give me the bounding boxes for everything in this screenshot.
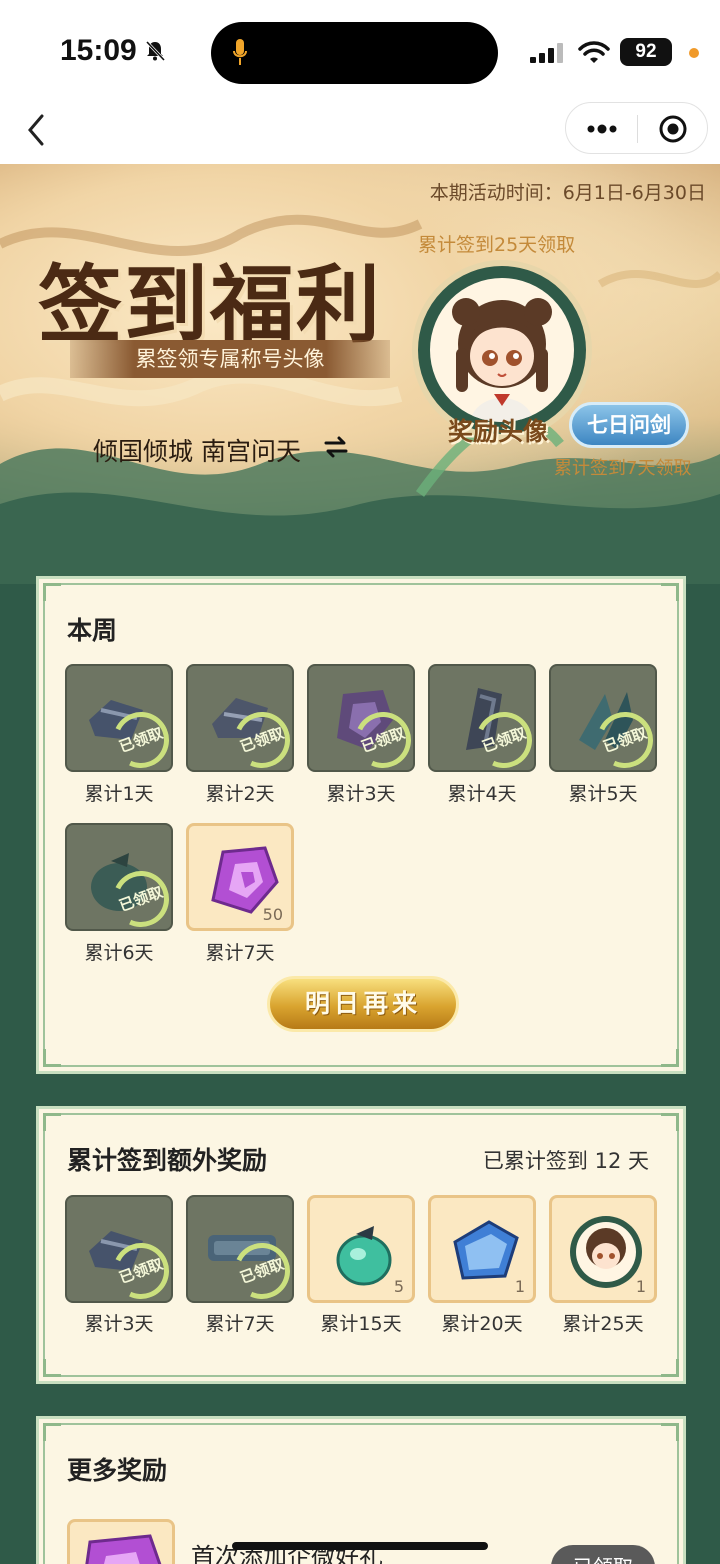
reward-tile-day3[interactable]: 已领取 [307,664,419,776]
back-chevron-icon[interactable] [22,110,52,150]
tile-label: 累计7天 [205,942,275,964]
title-badge[interactable]: 七日问剑 [569,402,689,448]
user-title-text: 倾国倾城 南宫问天 [93,437,301,466]
card-corner-ornament [661,1359,679,1377]
cumulative-tile-3[interactable]: 已领取 [65,1195,177,1307]
green-pouch-icon [336,1226,392,1286]
more-dots-icon[interactable] [584,117,620,141]
bell-slash-icon [145,40,166,62]
tile-label: 累计1天 [84,783,154,805]
swap-arrows-icon[interactable] [323,434,349,460]
card-corner-ornament [43,1359,61,1377]
item-quantity: 1 [635,1277,646,1296]
cumulative-tile-25[interactable]: 1 [549,1195,657,1303]
tile-label: 累计7天 [205,1313,275,1335]
badge-requirement-note: 累计签到7天领取 [554,458,692,479]
dynamic-island [211,22,498,84]
target-icon[interactable] [658,114,688,144]
this-week-title: 本周 [67,616,118,645]
come-back-tomorrow-button[interactable]: 明日再来 [267,976,459,1032]
cumulative-tile-20[interactable]: 1 [428,1195,536,1303]
reward-tile-day2[interactable]: 已领取 [186,664,298,776]
tile-label: 累计15天 [320,1313,402,1335]
item-quantity: 50 [262,905,283,924]
item-quantity: 1 [514,1277,525,1296]
tile-label: 累计3天 [84,1313,154,1335]
cumulative-title: 累计签到额外奖励 [67,1146,268,1175]
signin-banner: 本期活动时间：6月1日-6月30日 签到福利 累签领专属称号头像 倾国倾城 南宫… [0,164,720,584]
battery-icon: 92 [620,38,672,66]
reward-tile-day5[interactable]: 已领取 [549,664,661,776]
avatar-label: 奖励头像 [448,417,549,446]
subtitle-ribbon: 累签领专属称号头像 [70,340,390,378]
activity-period: 本期活动时间：6月1日-6月30日 [429,182,706,204]
status-time: 15:09 [60,34,137,67]
card-corner-ornament [661,1423,679,1441]
more-rewards-title: 更多奖励 [67,1456,168,1485]
wifi-icon [578,41,610,63]
card-corner-ornament [661,1049,679,1067]
cellular-signal-icon [530,43,563,63]
card-corner-ornament [43,1423,61,1441]
tile-label: 累计25天 [562,1313,644,1335]
tile-label: 累计3天 [326,783,396,805]
card-corner-ornament [43,583,61,601]
microphone-icon [233,39,247,65]
tile-label: 累计5天 [568,783,638,805]
claimed-button[interactable]: 已领取 [551,1545,655,1564]
capsule-divider [637,115,638,143]
card-corner-ornament [43,1113,61,1131]
avatar-requirement-note: 累计签到25天领取 [418,234,576,256]
avatar-frame-icon [570,1216,642,1288]
mini-program-capsule [565,102,708,154]
cumulative-rewards-card: 累计签到额外奖励 已累计签到 12 天 已领取 累计3天 已领取 累计7天 5 … [36,1106,686,1384]
tile-label: 累计2天 [205,783,275,805]
cumulative-tile-15[interactable]: 5 [307,1195,415,1303]
card-corner-ornament [661,583,679,601]
status-bar: 15:09 92 [0,0,720,100]
signin-count: 已累计签到 12 天 [482,1149,649,1173]
tile-label: 累计6天 [84,942,154,964]
card-corner-ornament [43,1049,61,1067]
tile-label: 累计4天 [447,783,517,805]
this-week-card: 本周 已领取 累计1天 已领取 累计2天 已领取 累计3天 已领取 累计4天 已… [36,576,686,1074]
cumulative-tile-7[interactable]: 已领取 [186,1195,298,1307]
chibi-character-art [452,298,552,422]
home-indicator [232,1542,488,1550]
reward-tile-day1[interactable]: 已领取 [65,664,177,776]
item-quantity: 5 [393,1277,404,1296]
nav-bar [0,100,720,164]
card-corner-ornament [661,1113,679,1131]
more-reward-thumbnail [67,1519,175,1564]
blue-scroll-icon [453,1220,519,1280]
avatar-image [430,278,574,422]
reward-tile-day6[interactable]: 已领取 [65,823,177,935]
tile-label: 累计20天 [441,1313,523,1335]
privacy-dot-icon [689,48,699,58]
reward-tile-day4[interactable]: 已领取 [428,664,540,776]
reward-tile-day7[interactable]: 50 [186,823,294,931]
purple-gem-icon [85,1534,162,1564]
